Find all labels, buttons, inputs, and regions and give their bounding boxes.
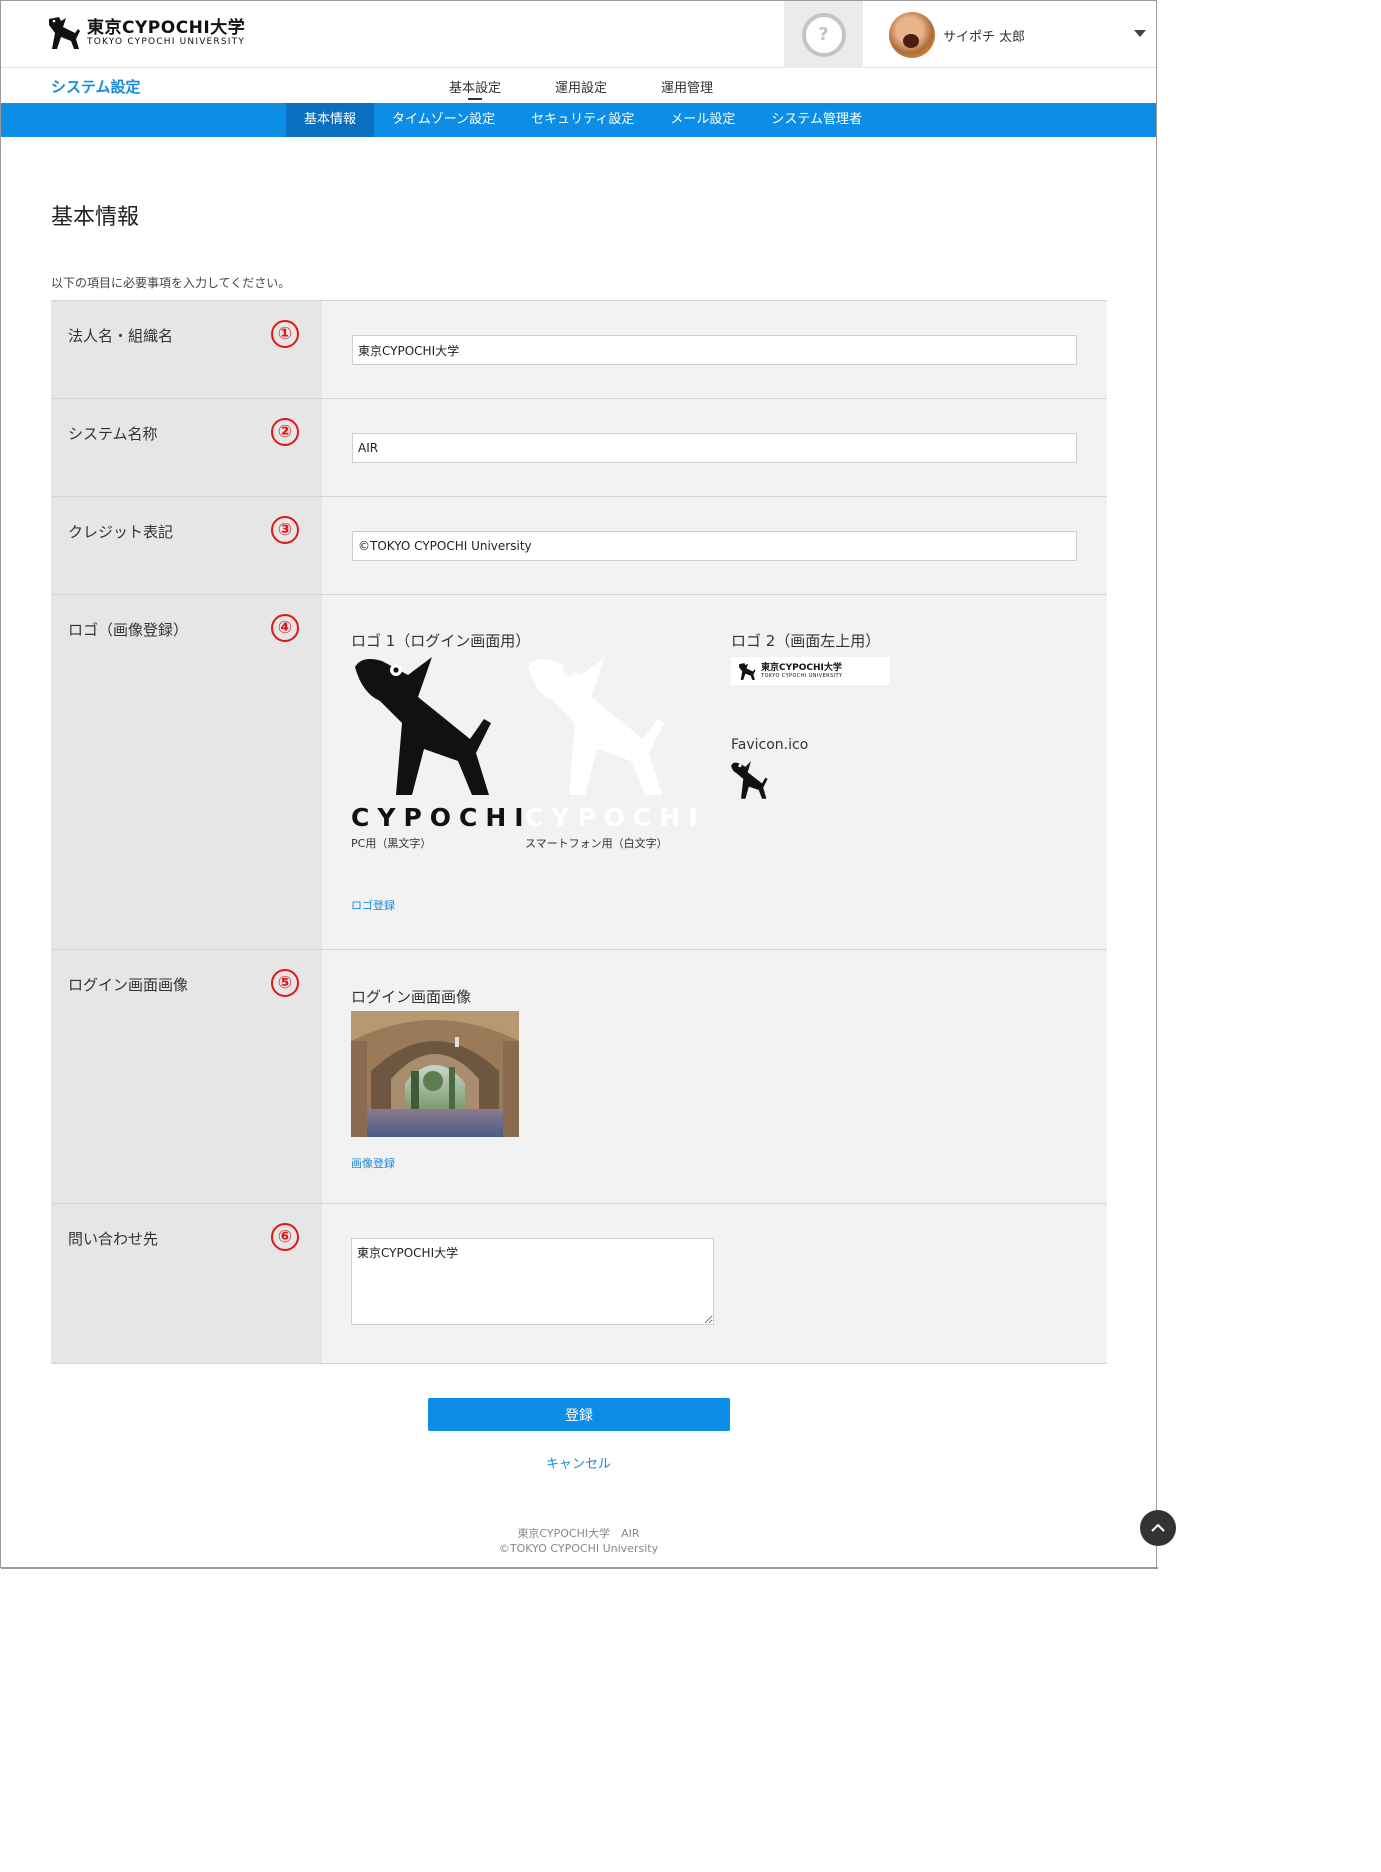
login-image-preview xyxy=(351,1011,519,1137)
number-badge: ③ xyxy=(271,516,299,544)
number-badge: ① xyxy=(271,320,299,348)
avatar xyxy=(889,12,935,58)
scroll-to-top-button[interactable] xyxy=(1140,1510,1176,1546)
field-label: システム名称 xyxy=(68,425,158,443)
footer-copyright: ©TOKYO CYPOCHI University xyxy=(498,1542,659,1555)
top-tabs: 基本設定 運用設定 運用管理 xyxy=(449,77,767,100)
tab-operation-management[interactable]: 運用管理 xyxy=(661,77,713,96)
form-row-contact: 問い合わせ先 ⑥ 東京CYPOCHI大学 xyxy=(51,1204,1107,1364)
number-badge: ④ xyxy=(271,614,299,642)
window-border xyxy=(1,1567,1158,1569)
footer-line-1: 東京CYPOCHI大学 AIR xyxy=(517,1527,640,1540)
intro-text: 以下の項目に必要事項を入力してください。 xyxy=(51,276,291,290)
section-title: システム設定 xyxy=(51,78,141,96)
logo1-heading: ロゴ 1（ログイン画面用） xyxy=(351,632,531,650)
number-badge: ② xyxy=(271,418,299,446)
brand-name-jp: 東京CYPOCHI大学 xyxy=(87,17,246,38)
dog-logo-icon xyxy=(49,17,80,49)
logo-register-link[interactable]: ロゴ登録 xyxy=(351,897,395,913)
form-row-login-image: ログイン画面画像 ⑤ ログイン画面画像 画像登録 xyxy=(51,950,1107,1204)
form-row-system-name: システム名称 ② xyxy=(51,399,1107,497)
image-register-link[interactable]: 画像登録 xyxy=(351,1155,395,1171)
logo2-name-jp: 東京CYPOCHI大学 xyxy=(761,663,842,673)
user-menu[interactable]: サイポチ 太郎 xyxy=(889,12,1025,58)
favicon-heading: Favicon.ico xyxy=(731,737,809,753)
system-name-input[interactable] xyxy=(352,433,1077,463)
logo2-name-en: TOKYO CYPOCHI UNIVERSITY xyxy=(761,673,843,679)
tab-system-admin[interactable]: システム管理者 xyxy=(753,103,880,137)
sub-navigation: システム設定 基本設定 運用設定 運用管理 xyxy=(1,68,1156,103)
field-label: 法人名・組織名 xyxy=(68,327,174,345)
tab-basic-settings[interactable]: 基本設定 xyxy=(449,77,501,100)
chevron-down-icon[interactable] xyxy=(1134,30,1146,37)
field-label: ログイン画面画像 xyxy=(68,976,189,994)
cancel-link[interactable]: キャンセル xyxy=(1,1453,1156,1472)
logo2-preview: 東京CYPOCHI大学 TOKYO CYPOCHI UNIVERSITY xyxy=(731,657,890,685)
field-label: ロゴ（画像登録） xyxy=(68,621,189,639)
pc-logo-caption: PC用（黒文字） xyxy=(351,837,432,850)
brand-name-en: TOKYO CYPOCHI UNIVERSITY xyxy=(87,36,246,47)
dog-logo-small-icon xyxy=(739,662,756,680)
tab-timezone[interactable]: タイムゾーン設定 xyxy=(374,103,513,137)
tab-security[interactable]: セキュリティ設定 xyxy=(513,103,652,137)
number-badge: ⑤ xyxy=(271,969,299,997)
login-image-heading: ログイン画面画像 xyxy=(351,988,472,1006)
tab-operation-settings[interactable]: 運用設定 xyxy=(555,77,607,96)
logo2-heading: ロゴ 2（画面左上用） xyxy=(731,632,881,650)
org-name-input[interactable] xyxy=(352,335,1077,365)
number-badge: ⑥ xyxy=(271,1223,299,1251)
settings-tabbar: 基本情報 タイムゾーン設定 セキュリティ設定 メール設定 システム管理者 xyxy=(1,103,1156,137)
sp-logo-caption: スマートフォン用（白文字） xyxy=(525,837,668,850)
dog-logo-black-icon xyxy=(355,657,491,795)
dog-logo-white-icon xyxy=(528,657,664,795)
wordmark-black: CYPOCHI xyxy=(351,803,532,832)
user-name: サイポチ 太郎 xyxy=(943,29,1026,45)
contact-textarea[interactable]: 東京CYPOCHI大学 xyxy=(351,1238,714,1325)
tab-mail[interactable]: メール設定 xyxy=(652,103,753,137)
settings-form: 法人名・組織名 ① システム名称 ② クレジット表記 ③ ロゴ（画像登録） ④ xyxy=(51,300,1107,1364)
form-row-logo: ロゴ（画像登録） ④ ロゴ 1（ログイン画面用） CYPOCHI PC用（黒文字… xyxy=(51,595,1107,950)
wordmark-white: CYPOCHI xyxy=(525,803,706,832)
tab-basic-info[interactable]: 基本情報 xyxy=(286,103,375,137)
credit-input[interactable] xyxy=(352,531,1077,561)
register-button[interactable]: 登録 xyxy=(428,1398,730,1431)
help-area: ? xyxy=(784,1,863,68)
favicon-icon xyxy=(731,761,768,799)
top-header: 東京CYPOCHI大学 TOKYO CYPOCHI UNIVERSITY ? サ… xyxy=(1,1,1156,68)
form-row-org-name: 法人名・組織名 ① xyxy=(51,301,1107,399)
page-title: 基本情報 xyxy=(51,205,140,230)
brand-logo[interactable]: 東京CYPOCHI大学 TOKYO CYPOCHI UNIVERSITY xyxy=(45,15,245,51)
chevron-up-icon xyxy=(1151,1523,1165,1532)
field-label: クレジット表記 xyxy=(68,523,174,541)
arch-photo xyxy=(351,1011,519,1137)
help-icon[interactable]: ? xyxy=(801,12,846,57)
field-label: 問い合わせ先 xyxy=(68,1230,159,1248)
form-row-credit: クレジット表記 ③ xyxy=(51,497,1107,595)
